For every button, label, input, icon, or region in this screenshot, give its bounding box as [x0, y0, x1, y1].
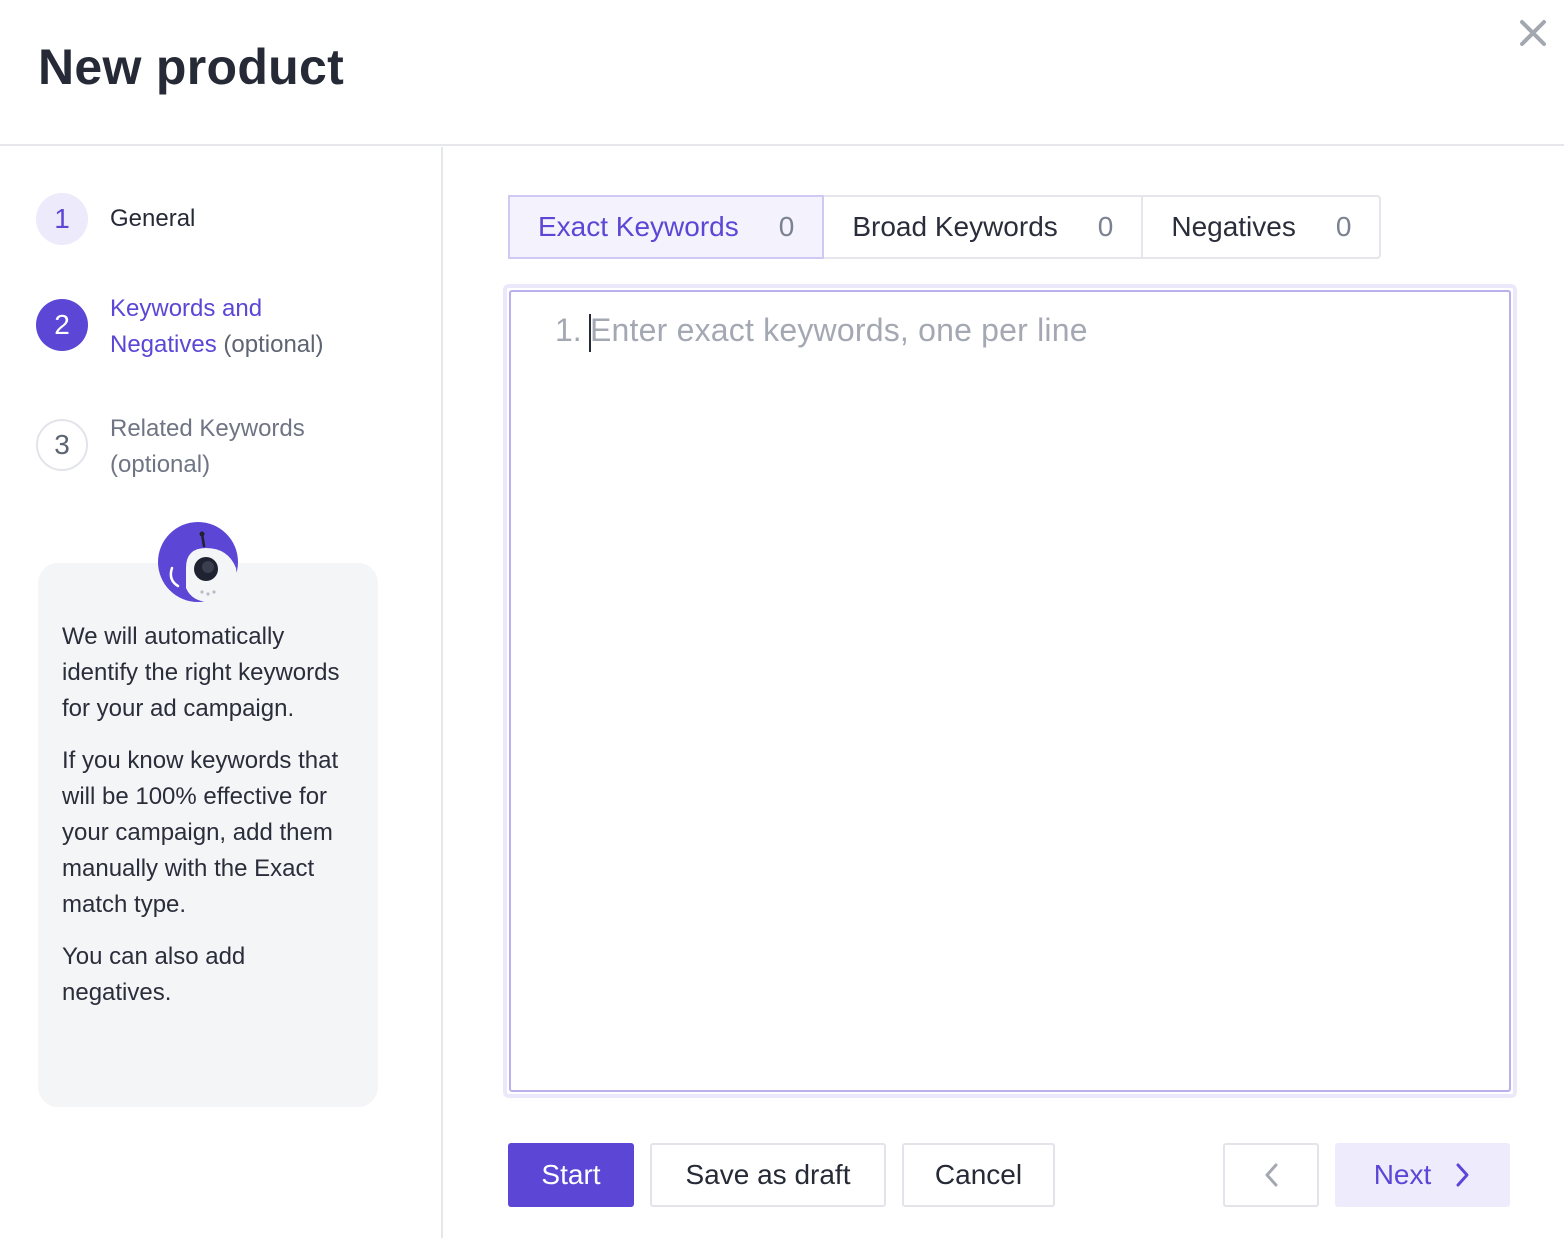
keywords-editor-focus-ring: 1. Enter exact keywords, one per line — [503, 284, 1517, 1098]
info-card: We will automatically identify the right… — [38, 563, 378, 1107]
start-button[interactable]: Start — [508, 1143, 634, 1207]
step-label: Related Keywords (optional) — [110, 415, 305, 478]
info-paragraph: If you know keywords that will be 100% e… — [62, 747, 339, 918]
step-label: Keywords and Negatives (optional) — [110, 291, 370, 363]
line-number: 1. — [555, 312, 582, 348]
main-panel: Exact Keywords 0 Broad Keywords 0 Negati… — [445, 147, 1564, 1238]
page-title: New product — [38, 39, 345, 95]
keyword-tabs: Exact Keywords 0 Broad Keywords 0 Negati… — [508, 195, 1382, 259]
step-number: 1 — [36, 193, 88, 245]
tab-exact-keywords[interactable]: Exact Keywords 0 — [508, 195, 825, 259]
close-icon[interactable] — [1518, 18, 1548, 48]
step-number: 3 — [36, 419, 88, 471]
step-general[interactable]: 1 General — [36, 193, 195, 245]
keywords-textarea[interactable]: 1. Enter exact keywords, one per line — [509, 290, 1511, 1092]
step-number: 2 — [36, 299, 88, 351]
next-button[interactable]: Next — [1335, 1143, 1510, 1207]
tab-label: Exact Keywords — [538, 211, 739, 242]
tab-negatives[interactable]: Negatives 0 — [1143, 197, 1379, 257]
next-label: Next — [1373, 1159, 1432, 1190]
save-draft-button[interactable]: Save as draft — [650, 1143, 886, 1207]
close-button[interactable] — [1514, 14, 1552, 52]
tab-label: Negatives — [1171, 211, 1296, 242]
tab-count: 0 — [778, 211, 795, 242]
info-paragraph: You can also add negatives. — [62, 943, 246, 1006]
previous-button[interactable] — [1223, 1143, 1319, 1207]
chevron-right-icon — [1456, 1163, 1469, 1187]
modal-header: New product — [0, 0, 1564, 146]
step-related-keywords[interactable]: 3 Related Keywords (optional) — [36, 411, 340, 483]
robot-assistant-icon — [158, 522, 238, 602]
step-keywords-negatives[interactable]: 2 Keywords and Negatives (optional) — [36, 291, 370, 363]
tab-count: 0 — [1097, 211, 1114, 242]
info-paragraph: We will automatically identify the right… — [62, 623, 340, 722]
tab-label: Broad Keywords — [852, 211, 1058, 242]
cancel-button[interactable]: Cancel — [902, 1143, 1055, 1207]
text-caret — [589, 314, 591, 352]
steps-sidebar: 1 General 2 Keywords and Negatives (opti… — [0, 147, 443, 1238]
step-label: General — [110, 205, 196, 232]
step-label-optional: (optional) — [223, 331, 324, 358]
tab-count: 0 — [1335, 211, 1352, 242]
tab-broad-keywords[interactable]: Broad Keywords 0 — [824, 197, 1144, 257]
keywords-placeholder: Enter exact keywords, one per line — [590, 312, 1088, 348]
chevron-left-icon — [1265, 1163, 1278, 1187]
